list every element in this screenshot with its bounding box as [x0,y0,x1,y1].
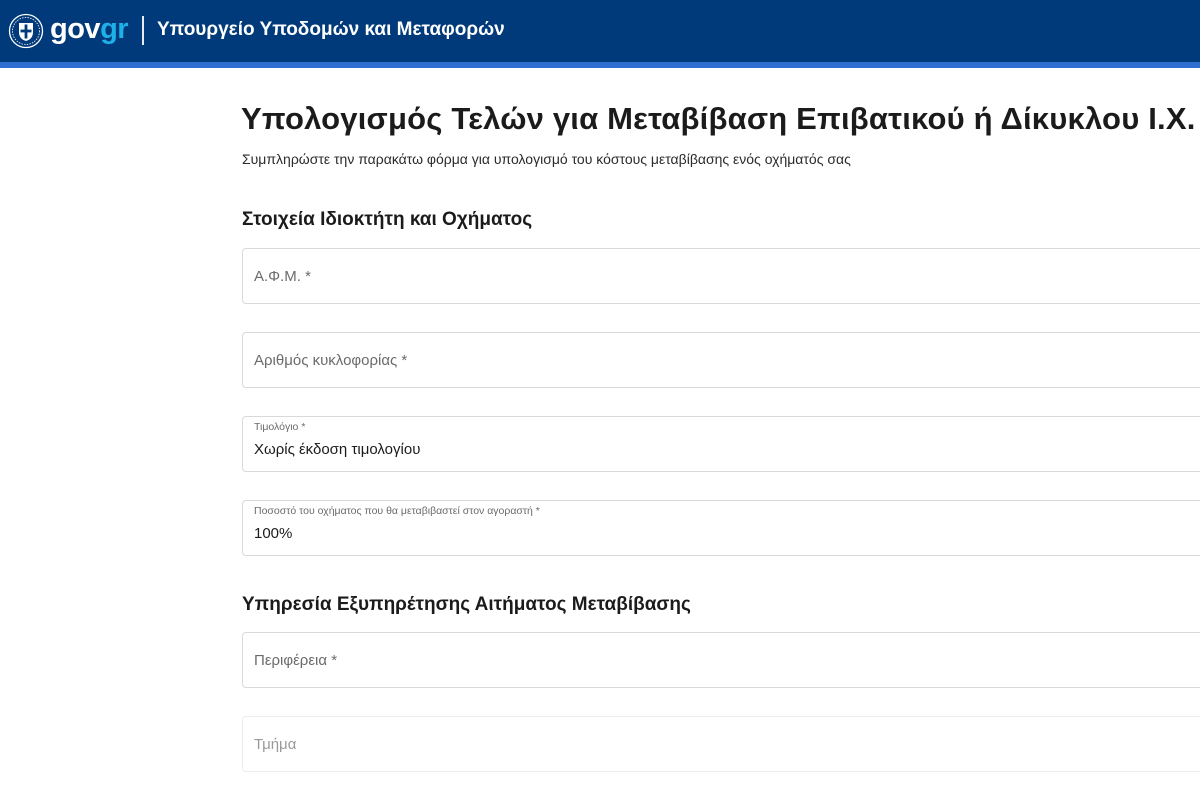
govgr-logo[interactable]: govgr [50,12,129,46]
header-accent-stripe [0,62,1200,68]
region-select-placeholder: Περιφέρεια * [254,652,338,669]
greek-coat-of-arms-icon[interactable] [8,13,44,49]
brand-gr-text: gr [100,13,129,45]
transfer-percentage-value: 100% [254,525,293,542]
section-title-owner-vehicle: Στοιχεία Ιδιοκτήτη και Οχήματος [242,209,533,230]
department-select[interactable]: Τμήμα [242,716,1200,772]
plate-number-field-placeholder: Αριθμός κυκλοφορίας * [254,352,408,369]
ministry-name[interactable]: Υπουργείο Υποδομών και Μεταφορών [157,17,505,43]
invoice-select-value: Χωρίς έκδοση τιμολογίου [254,441,421,458]
plate-number-field[interactable]: Αριθμός κυκλοφορίας * [242,332,1200,388]
header-divider [142,16,144,45]
page-subtitle: Συμπληρώστε την παρακάτω φόρμα για υπολο… [242,151,851,167]
invoice-select[interactable]: Τιμολόγιο * Χωρίς έκδοση τιμολογίου [242,416,1200,472]
top-header-bar: govgr Υπουργείο Υποδομών και Μεταφορών [0,0,1200,62]
page-title: Υπολογισμός Τελών για Μεταβίβαση Επιβατι… [241,101,1196,136]
transfer-percentage-select[interactable]: Ποσοστό του οχήματος που θα μεταβιβαστεί… [242,500,1200,556]
transfer-percentage-label: Ποσοστό του οχήματος που θα μεταβιβαστεί… [254,505,540,517]
department-select-placeholder: Τμήμα [254,736,297,753]
region-select[interactable]: Περιφέρεια * [242,632,1200,688]
afm-field[interactable]: Α.Φ.Μ. * [242,248,1200,304]
section-title-service: Υπηρεσία Εξυπηρέτησης Αιτήματος Μεταβίβα… [242,594,691,615]
invoice-select-label: Τιμολόγιο * [254,421,306,433]
afm-field-placeholder: Α.Φ.Μ. * [254,268,311,285]
brand-gov-text: gov [50,13,101,45]
